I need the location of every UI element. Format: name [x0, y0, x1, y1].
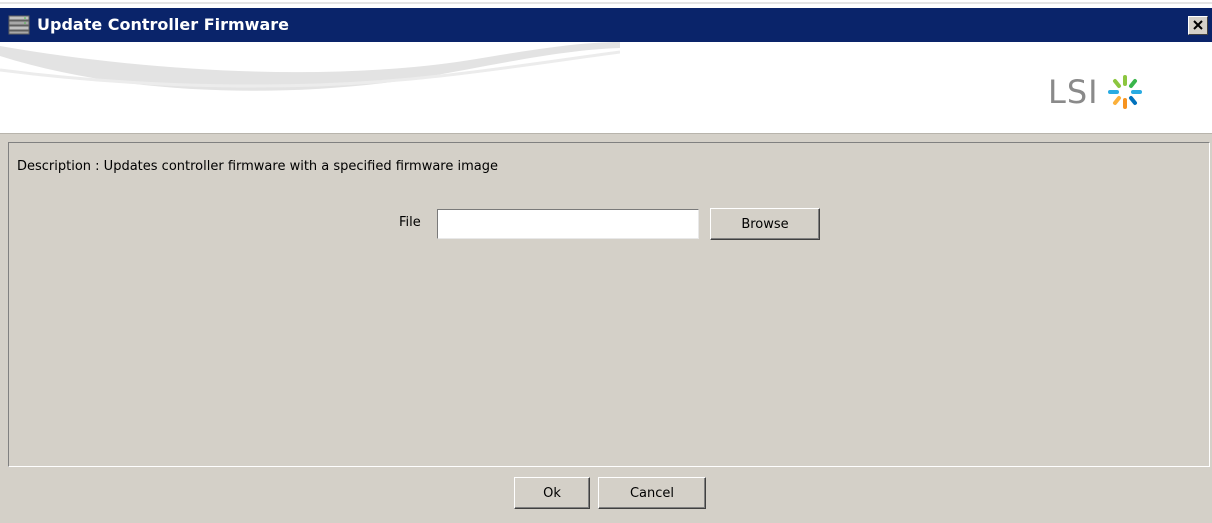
update-firmware-dialog: Update Controller Firmware LSI Descripti… — [0, 0, 1212, 523]
app-server-icon — [8, 15, 30, 35]
title-bar[interactable]: Update Controller Firmware — [0, 8, 1212, 42]
file-path-input[interactable] — [437, 209, 699, 239]
lsi-logo: LSI — [1048, 72, 1145, 112]
content-panel: Description : Updates controller firmwar… — [8, 142, 1210, 467]
cancel-button[interactable]: Cancel — [598, 477, 706, 509]
close-button[interactable] — [1188, 16, 1208, 35]
lsi-starburst-icon — [1105, 72, 1145, 112]
browse-button[interactable]: Browse — [710, 208, 820, 240]
close-icon — [1193, 20, 1203, 30]
top-strip — [0, 0, 1212, 8]
lsi-logo-text: LSI — [1048, 73, 1099, 111]
ok-button[interactable]: Ok — [514, 477, 590, 509]
dialog-title: Update Controller Firmware — [37, 15, 289, 34]
banner-swoosh-graphic — [0, 42, 620, 91]
header-banner: LSI — [0, 42, 1212, 134]
dialog-footer: Ok Cancel — [0, 467, 1212, 523]
description-text: Description : Updates controller firmwar… — [17, 159, 498, 174]
file-label: File — [399, 215, 421, 230]
